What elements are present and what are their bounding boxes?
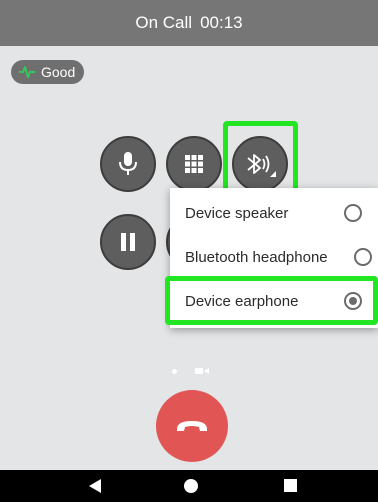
audio-route-button[interactable] [232, 136, 288, 192]
radio-device-speaker[interactable] [344, 204, 362, 222]
menu-item-bluetooth-headphone[interactable]: Bluetooth headphone [170, 236, 378, 278]
radio-device-earphone[interactable] [344, 292, 362, 310]
dialpad-button[interactable] [166, 136, 222, 192]
home-circle-icon [184, 479, 198, 493]
bluetooth-audio-icon [247, 154, 276, 177]
menu-item-device-earphone[interactable]: Device earphone [170, 280, 378, 322]
nav-recents-button[interactable] [283, 478, 299, 494]
end-call-button[interactable] [156, 390, 228, 462]
nav-home-button[interactable] [183, 478, 199, 494]
radio-bluetooth-headphone[interactable] [354, 248, 372, 266]
hold-button[interactable] [100, 214, 156, 270]
page-indicator [172, 365, 222, 377]
call-timer: 00:13 [200, 13, 243, 32]
pause-icon [121, 233, 135, 251]
menu-item-label: Device speaker [185, 204, 289, 222]
microphone-icon [119, 152, 137, 175]
hangup-phone-icon [177, 421, 207, 431]
call-status-title: On Call [135, 13, 193, 32]
audio-output-menu: Device speaker Bluetooth headphone Devic… [170, 188, 378, 328]
menu-item-device-speaker[interactable]: Device speaker [170, 192, 378, 234]
signal-wave-icon [18, 65, 36, 79]
nav-back-button[interactable] [88, 478, 102, 494]
page-dot [172, 368, 177, 374]
back-triangle-icon [89, 479, 101, 493]
recents-square-icon [284, 479, 297, 492]
call-status-bar: On Call 00:13 [0, 0, 378, 46]
video-camera-icon [195, 368, 209, 374]
dialpad-grid-icon [185, 155, 203, 173]
call-quality-badge[interactable]: Good [11, 60, 85, 84]
system-navigation-bar [0, 470, 378, 502]
call-quality-label: Good [41, 64, 76, 80]
mute-button[interactable] [100, 136, 156, 192]
menu-item-label: Device earphone [185, 292, 299, 310]
menu-item-label: Bluetooth headphone [185, 248, 328, 266]
